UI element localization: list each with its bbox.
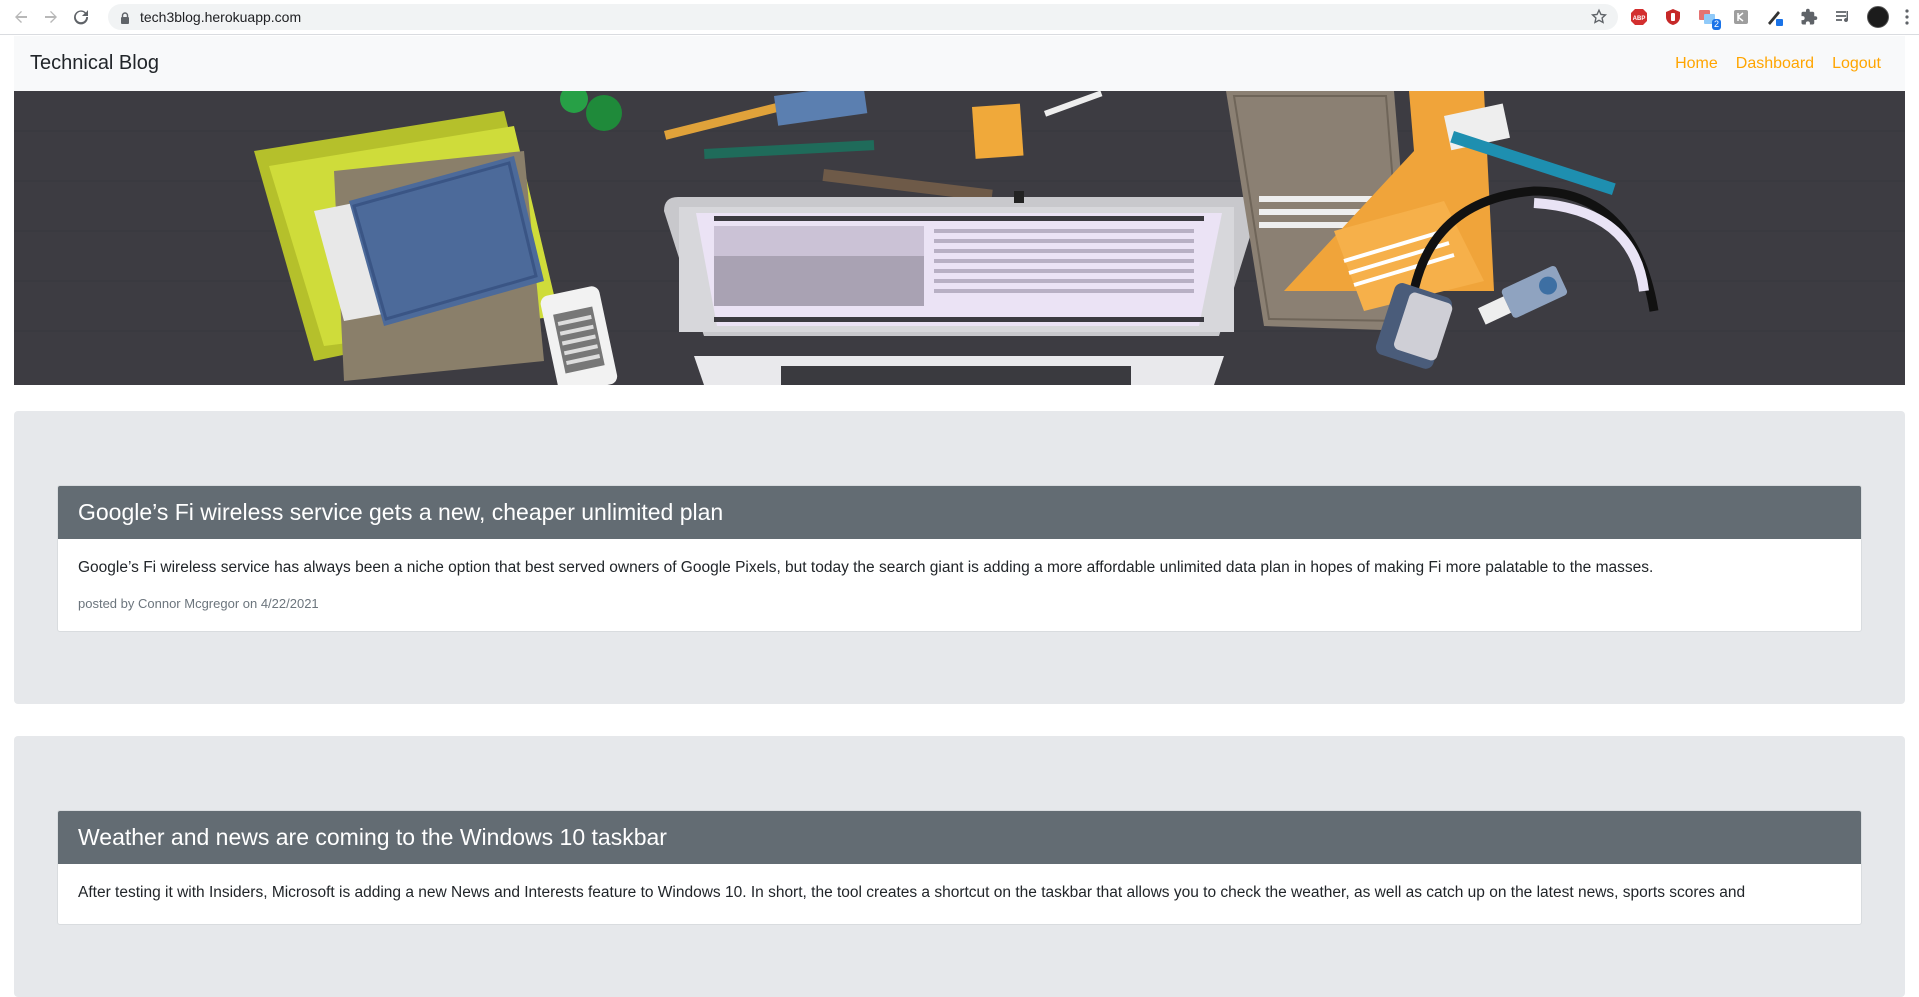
back-icon[interactable] — [8, 4, 34, 30]
address-bar[interactable]: tech3blog.herokuapp.com — [108, 4, 1618, 30]
desk-illustration — [14, 91, 1905, 385]
pen-icon[interactable] — [1765, 7, 1785, 27]
adblock-icon[interactable]: ABP — [1629, 7, 1649, 27]
post-content: Google’s Fi wireless service has always … — [78, 559, 1654, 576]
post-card[interactable]: Weather and news are coming to the Windo… — [57, 810, 1862, 925]
nav-link-home[interactable]: Home — [1675, 55, 1718, 73]
nav-links: Home Dashboard Logout — [1675, 55, 1881, 73]
post-content: After testing it with Insiders, Microsof… — [78, 884, 1746, 901]
lock-icon — [120, 11, 130, 24]
puzzle-icon[interactable] — [1799, 7, 1819, 27]
profile-avatar[interactable] — [1867, 6, 1889, 28]
nav-link-dashboard[interactable]: Dashboard — [1736, 55, 1814, 73]
laptop-illustration — [664, 197, 1258, 385]
post-card[interactable]: Google’s Fi wireless service gets a new,… — [57, 485, 1862, 632]
browser-toolbar: tech3blog.herokuapp.com ABP 2 — [0, 0, 1919, 35]
hero-banner-image — [14, 91, 1905, 385]
post-title[interactable]: Google’s Fi wireless service gets a new,… — [58, 486, 1861, 539]
post-body: After testing it with Insiders, Microsof… — [58, 864, 1861, 924]
extensions-bar: ABP 2 — [1629, 4, 1911, 30]
menu-icon[interactable] — [1903, 7, 1911, 27]
post-section: Weather and news are coming to the Windo… — [14, 736, 1905, 997]
navbar: Technical Blog Home Dashboard Logout — [14, 36, 1905, 91]
forward-icon[interactable] — [38, 4, 64, 30]
post-title[interactable]: Weather and news are coming to the Windo… — [58, 811, 1861, 864]
ext-icon[interactable] — [1731, 7, 1751, 27]
post-meta: posted by Connor Mcgregor on 4/22/2021 — [78, 596, 319, 611]
page-content: Technical Blog Home Dashboard Logout Goo… — [14, 36, 1905, 997]
post-body: Google’s Fi wireless service has always … — [58, 539, 1861, 631]
post-section: Google’s Fi wireless service gets a new,… — [14, 411, 1905, 704]
translate-icon[interactable]: 2 — [1697, 7, 1721, 30]
ublock-icon[interactable] — [1663, 7, 1683, 27]
reload-icon[interactable] — [68, 4, 94, 30]
media-icon[interactable] — [1833, 7, 1853, 27]
url-text: tech3blog.herokuapp.com — [140, 9, 302, 25]
svg-text:ABP: ABP — [1633, 16, 1646, 22]
brand-title[interactable]: Technical Blog — [30, 52, 159, 75]
nav-link-logout[interactable]: Logout — [1832, 55, 1881, 73]
extension-badge: 2 — [1711, 19, 1721, 30]
star-icon[interactable] — [1590, 8, 1608, 31]
